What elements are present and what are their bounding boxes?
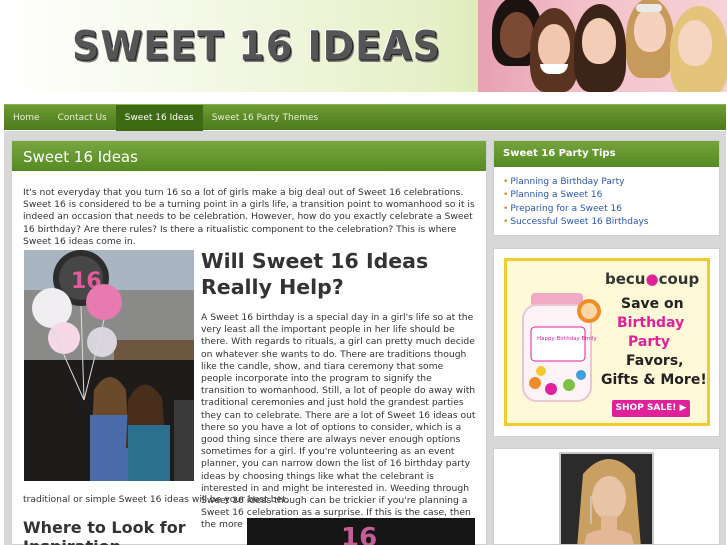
article-heading: Will Sweet 16 Ideas Really Help? (201, 249, 429, 299)
ad-text-line: Party (628, 334, 671, 350)
party-tips-title: Sweet 16 Party Tips (494, 141, 719, 167)
ad-text-line: Birthday (617, 315, 685, 331)
ad-widget: Happy Birthday Emily becu●coup Save on B… (493, 248, 720, 437)
model-photo[interactable] (559, 452, 654, 545)
main-nav: Home Contact Us Sweet 16 Ideas Sweet 16 … (4, 104, 726, 131)
logo-text: SWEET 16 IDEAS (72, 22, 441, 70)
sweet-16-cake-photo: 16 (247, 518, 475, 545)
tip-link[interactable]: • Planning a Sweet 16 (503, 189, 719, 202)
bullet-icon: • (503, 190, 509, 201)
logo-dot-icon: ● (645, 270, 659, 288)
bullet-icon: • (503, 177, 509, 187)
becoucoup-ad[interactable]: Happy Birthday Emily becu●coup Save on B… (504, 258, 710, 426)
svg-text:16: 16 (341, 523, 377, 545)
bullet-icon: • (503, 203, 509, 214)
jar-label: Happy Birthday Emily (537, 336, 597, 342)
tip-link[interactable]: • Successful Sweet 16 Birthdays (503, 216, 719, 229)
article-body-tail: traditional or simple Sweet 16 ideas wil… (23, 494, 289, 505)
header-girls-photo (478, 0, 727, 92)
nav-sweet-16-ideas[interactable]: Sweet 16 Ideas (115, 104, 203, 131)
bullet-icon: • (503, 217, 509, 228)
model-illustration (561, 454, 652, 544)
ad-text-line: Save on (621, 296, 684, 312)
inspiration-heading: Where to Look for Inspiration (23, 518, 186, 545)
site-logo[interactable]: SWEET 16 IDEAS (72, 22, 441, 70)
party-tips-widget: Sweet 16 Party Tips • Planning a Birthday… (493, 140, 720, 236)
nav-home[interactable]: Home (4, 105, 49, 131)
main-content: Sweet 16 Ideas It's not everyday that yo… (11, 140, 487, 545)
shop-sale-button[interactable]: SHOP SALE! ▶ (612, 400, 690, 417)
nav-sweet-16-party-themes[interactable]: Sweet 16 Party Themes (203, 105, 328, 131)
intro-paragraph: It's not everyday that you turn 16 so a … (23, 187, 475, 247)
tip-link[interactable]: • Preparing for a Sweet 16 (503, 203, 719, 216)
candy-jar-image: Happy Birthday Emily (522, 293, 601, 402)
cake-photo-illustration: 16 (247, 518, 475, 545)
party-girls-photo: 16 (24, 250, 194, 481)
page-title: Sweet 16 Ideas (12, 141, 486, 171)
party-photo-illustration: 16 (24, 250, 194, 481)
becoucoup-logo: becu●coup (605, 270, 700, 288)
ad-text-line: Gifts & More! (601, 372, 707, 388)
nav-contact-us[interactable]: Contact Us (49, 105, 116, 131)
tip-link[interactable]: • Planning a Birthday Party (503, 176, 719, 189)
party-tips-list: • Planning a Birthday Party • Planning a S… (494, 167, 719, 230)
site-header: SWEET 16 IDEAS (0, 0, 727, 92)
ad-text-line: Favors, (626, 353, 684, 369)
model-photo-widget (493, 448, 720, 545)
